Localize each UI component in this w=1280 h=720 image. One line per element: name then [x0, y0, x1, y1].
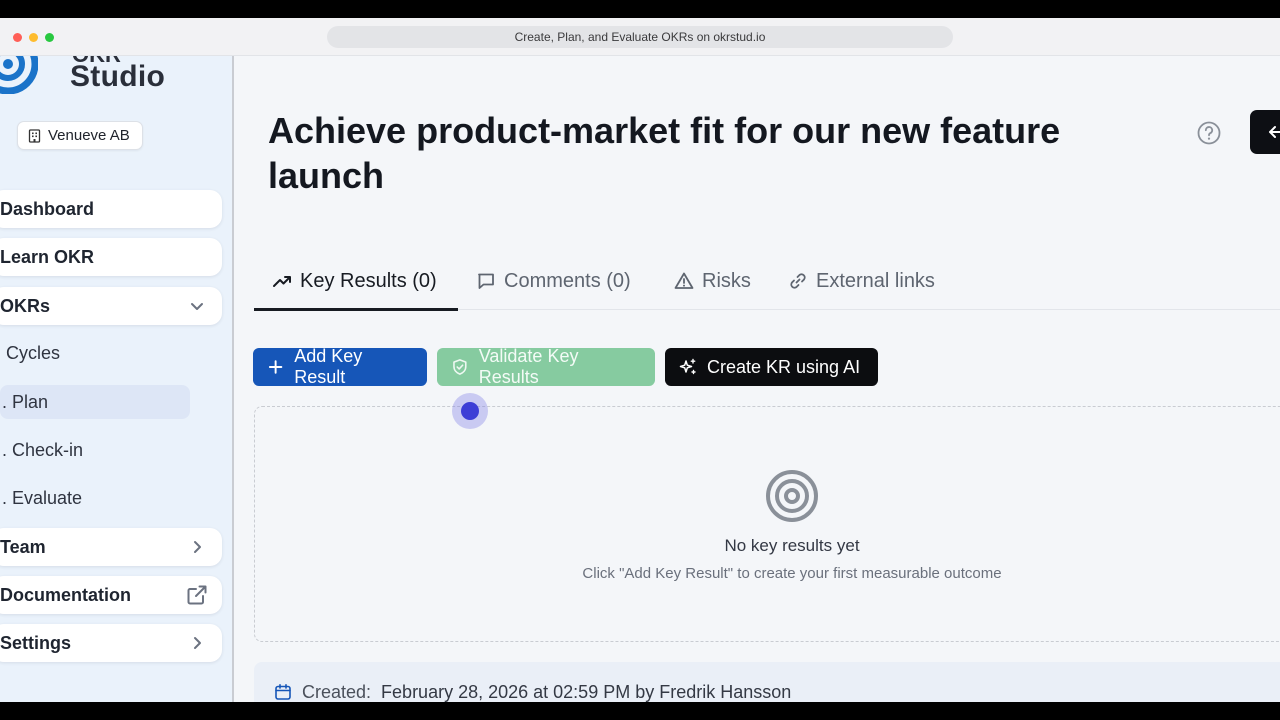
chevron-down-icon [191, 303, 203, 310]
app-window: Create, Plan, and Evaluate OKRs on okrst… [0, 18, 1280, 702]
empty-state-subtitle: Click "Add Key Result" to create your fi… [582, 565, 1002, 582]
main-content: Achieve product-market fit for our new f… [236, 56, 1280, 702]
calendar-icon [275, 684, 291, 700]
chevron-right-icon [194, 541, 201, 553]
button-label: Create KR using AI [707, 356, 861, 377]
sidebar-item-okrs[interactable]: OKRs [0, 287, 222, 325]
sidebar-item-team[interactable]: Team [0, 528, 222, 566]
sidebar-subitem-cycles[interactable]: Cycles [0, 336, 190, 370]
sidebar-subitem-label: . Check-in [2, 439, 84, 460]
sidebar-subitem-plan[interactable]: . Plan [0, 385, 190, 419]
sidebar-subitem-check-in[interactable]: . Check-in [0, 433, 190, 467]
organization-name: Venueve AB [48, 127, 130, 144]
tab-key-results[interactable]: Key Results (0) [272, 252, 437, 310]
tab-label: Risks [702, 269, 751, 292]
button-label: Validate Key Results [478, 346, 579, 387]
tab-label: Key Results (0) [300, 269, 437, 292]
external-link-icon [187, 585, 207, 605]
tab-label: Comments (0) [504, 269, 631, 292]
help-icon[interactable] [1196, 120, 1222, 146]
sidebar-subitem-label: Cycles [6, 342, 61, 363]
minimize-window-button[interactable] [29, 33, 38, 42]
created-value: February 28, 2026 at 02:59 PM by Fredrik… [381, 681, 792, 702]
created-label: Created: [302, 681, 372, 702]
sidebar-subitem-label: . Plan [2, 391, 49, 412]
create-kr-using-ai-button[interactable]: Create KR using AI [665, 348, 878, 386]
sidebar-item-settings[interactable]: Settings [0, 624, 222, 662]
button-label: Add Key Result [294, 346, 363, 387]
sidebar-item-label: OKRs [0, 295, 51, 316]
empty-state-title: No key results yet [724, 536, 860, 555]
sidebar-item-dashboard[interactable]: Dashboard [0, 190, 222, 228]
link-icon [790, 273, 806, 289]
sidebar-item-documentation[interactable]: Documentation [0, 576, 222, 614]
arrow-left-icon [1269, 126, 1280, 138]
sidebar-item-label: Team [0, 536, 46, 557]
active-tab-indicator [254, 308, 458, 311]
building-icon [28, 128, 41, 143]
key-results-empty-state: No key results yet Click "Add Key Result… [254, 406, 1280, 642]
add-key-result-button[interactable]: Add Key Result [253, 346, 427, 387]
sidebar-item-label: Documentation [0, 584, 132, 605]
tab-comments[interactable]: Comments (0) [476, 252, 631, 310]
tab-risks[interactable]: Risks [674, 252, 751, 310]
trending-up-icon [273, 276, 291, 287]
tab-external-links[interactable]: External links [788, 252, 935, 310]
zoom-window-button[interactable] [45, 33, 54, 42]
shield-check-icon [453, 359, 467, 375]
okr-studio-logo-icon [0, 56, 38, 94]
window-titlebar: Create, Plan, and Evaluate OKRs on okrst… [0, 18, 1280, 56]
cursor-pointer [461, 402, 479, 420]
close-window-button[interactable] [13, 33, 22, 42]
plus-icon [268, 360, 283, 374]
sidebar-item-learn-okr[interactable]: Learn OKR [0, 238, 222, 276]
sidebar-item-label: Settings [0, 632, 72, 653]
validate-key-results-button[interactable]: Validate Key Results [437, 346, 655, 387]
back-button[interactable] [1250, 110, 1280, 154]
sidebar: OKR Studio Venueve AB Dashboard Learn OK… [0, 56, 234, 702]
objective-tabs: Key Results (0) Comments (0) Risks Exter… [254, 252, 1280, 311]
address-bar[interactable]: Create, Plan, and Evaluate OKRs on okrst… [327, 26, 953, 48]
sidebar-item-label: Learn OKR [0, 246, 95, 267]
objective-title: Achieve product-market fit for our new f… [268, 110, 1061, 196]
warning-icon [674, 272, 694, 289]
sparkles-icon [679, 358, 696, 375]
logo-text: Studio [70, 60, 166, 93]
tab-label: External links [816, 269, 935, 292]
sidebar-subitem-label: . Evaluate [2, 487, 83, 508]
comment-icon [478, 273, 494, 289]
sidebar-subitem-evaluate[interactable]: . Evaluate [0, 481, 190, 515]
chevron-right-icon [194, 637, 201, 649]
sidebar-item-label: Dashboard [0, 198, 95, 219]
created-meta: Created: February 28, 2026 at 02:59 PM b… [254, 662, 1280, 702]
organization-switcher[interactable]: Venueve AB [17, 121, 143, 150]
target-icon [766, 470, 818, 522]
